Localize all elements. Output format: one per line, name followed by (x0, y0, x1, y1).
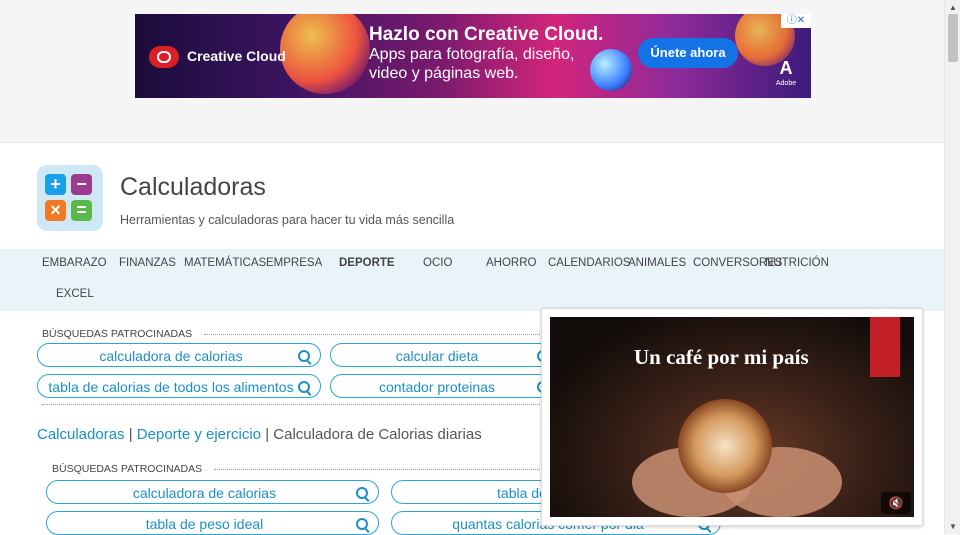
nav-item-ocio[interactable]: OCIO (423, 257, 452, 269)
divider (214, 469, 544, 470)
nav-item-embarazo[interactable]: EMBARAZO (42, 257, 107, 269)
nav-item-ahorro[interactable]: AHORRO (486, 257, 536, 269)
ad-headline: Hazlo con Creative Cloud. (369, 24, 604, 45)
category-nav: EMBARAZO FINANZAS MATEMÁTICAS EMPRESA DE… (0, 249, 944, 311)
ad-brand-name: Creative Cloud (187, 48, 286, 64)
plus-tile: + (45, 174, 66, 195)
ad-subline: Apps para fotografía, diseño, video y pá… (369, 46, 575, 82)
sponsored-search-link[interactable]: tabla de calorias de todos los alimentos (37, 374, 321, 398)
video-title: Un café por mi país (634, 345, 809, 369)
sponsored-search-text: calculadora de calorias (132, 485, 277, 501)
breadcrumb: Calculadoras | Deporte y ejercicio | Cal… (37, 426, 482, 443)
top-ad-band: Creative Cloud Hazlo con Creative Cloud.… (0, 0, 944, 142)
calculator-logo-icon[interactable]: + − × = (37, 165, 103, 231)
sponsored-search-text: tabla de peso ideal (145, 516, 264, 532)
search-icon (356, 487, 368, 499)
nav-item-finanzas[interactable]: FINANZAS (119, 257, 176, 269)
nav-item-empresa[interactable]: EMPRESA (266, 257, 322, 269)
nav-item-excel[interactable]: EXCEL (56, 288, 94, 300)
nav-item-nutricion[interactable]: NUTRICIÓN (765, 257, 829, 269)
sponsored-search-link[interactable]: calculadora de calorias (37, 343, 321, 367)
video-frame-coffee-cup (678, 399, 772, 493)
adobe-logo-icon: A (779, 58, 793, 78)
nav-item-calendarios[interactable]: CALENDARIOS (548, 257, 630, 269)
site-title[interactable]: Calculadoras (120, 173, 266, 202)
nav-item-matematicas[interactable]: MATEMÁTICAS (184, 257, 266, 269)
scrollbar-thumb[interactable] (948, 14, 958, 62)
video-player[interactable]: Un café por mi país 🔇 (550, 317, 914, 517)
sponsored-search-text: contador proteinas (379, 379, 495, 395)
sponsored-search-link[interactable]: calcular dieta (330, 343, 560, 367)
mute-icon[interactable]: 🔇 (881, 492, 911, 514)
nav-item-animales[interactable]: ANIMALES (628, 257, 686, 269)
search-icon (298, 350, 310, 362)
divider (204, 334, 544, 335)
sponsored-search-link[interactable]: calculadora de calorias (46, 480, 379, 504)
breadcrumb-section-link[interactable]: Deporte y ejercicio (137, 426, 261, 443)
equals-tile: = (71, 200, 92, 221)
scroll-down-icon[interactable]: ▼ (949, 522, 957, 531)
brand-badge-icon (870, 317, 900, 377)
creative-cloud-ad-banner[interactable]: Creative Cloud Hazlo con Creative Cloud.… (135, 14, 811, 98)
creative-cloud-logo-icon (149, 46, 179, 68)
scroll-up-icon[interactable]: ▲ (949, 3, 957, 12)
adobe-logo-text: Adobe (775, 80, 797, 87)
search-icon (356, 518, 368, 530)
breadcrumb-separator: | (128, 426, 133, 443)
page-scrollbar[interactable]: ▲ ▼ (944, 0, 960, 534)
floating-video-ad[interactable]: Un café por mi país 🔇 (541, 308, 923, 526)
minus-tile: − (71, 174, 92, 195)
ad-choices-close-icon[interactable]: ⓘ✕ (781, 14, 811, 28)
sponsored-search-text: tabla de calorias de todos los alimentos (48, 379, 294, 395)
divider (42, 404, 544, 405)
site-tagline: Herramientas y calculadoras para hacer t… (120, 213, 455, 227)
nav-item-deporte[interactable]: DEPORTE (339, 257, 395, 269)
sponsored-search-link[interactable]: contador proteinas (330, 374, 560, 398)
breadcrumb-current: Calculadora de Calorias diarias (273, 426, 482, 443)
sponsored-search-text: calculadora de calorias (99, 348, 243, 364)
times-tile: × (45, 200, 66, 221)
ad-join-button[interactable]: Únete ahora (638, 38, 738, 68)
sponsored-label: BÚSQUEDAS PATROCINADAS (52, 463, 203, 475)
sponsored-search-link[interactable]: tabla de peso ideal (46, 511, 379, 535)
search-icon (298, 381, 310, 393)
sponsored-search-text: calcular dieta (395, 348, 479, 364)
breadcrumb-home-link[interactable]: Calculadoras (37, 426, 125, 443)
breadcrumb-separator: | (265, 426, 270, 443)
sponsored-label: BÚSQUEDAS PATROCINADAS (42, 328, 193, 340)
ad-decoration-planet (280, 14, 370, 94)
